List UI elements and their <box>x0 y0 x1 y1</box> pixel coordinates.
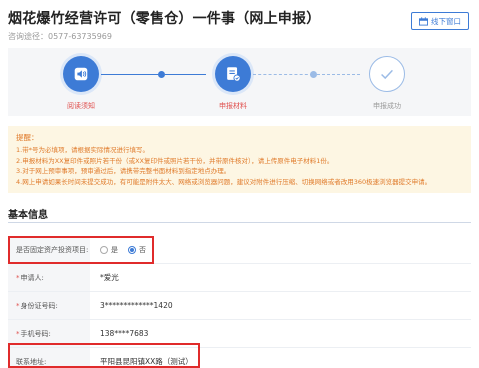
step-1-circle <box>63 56 99 92</box>
fixed-asset-label: 是否固定资产投资项目: <box>8 236 90 263</box>
address-value[interactable]: 平阳县昆阳镇XX路（测试） <box>90 348 471 368</box>
page-header: 烟花爆竹经营许可（零售仓）一件事（网上申报） 咨询途径：0577-6373596… <box>8 8 471 41</box>
required-mark: * <box>16 273 20 282</box>
phone-value[interactable]: 138****7683 <box>90 320 471 347</box>
section-divider <box>8 222 471 223</box>
fixed-asset-options: 是 否 <box>90 236 471 263</box>
radio-option-yes[interactable]: 是 <box>100 245 118 255</box>
window-icon <box>419 16 428 26</box>
radio-yes-circle <box>100 245 108 254</box>
offline-window-label: 线下窗口 <box>431 16 461 26</box>
required-mark: * <box>16 301 20 310</box>
notice-line-1: 1.带*号为必填项，请根据实际情况进行填写。 <box>16 146 149 154</box>
id-label-cell: * 身份证号码: <box>8 292 90 319</box>
step-declare-materials[interactable]: 申报材料 <box>193 56 273 111</box>
step-2-circle <box>215 56 251 92</box>
applicant-label-cell: * 申请人: <box>8 264 90 291</box>
notice-box: 提醒： 1.带*号为必填项，请根据实际情况进行填写。 2.申报材料为XX复印件或… <box>8 126 471 193</box>
speaker-icon <box>74 67 88 81</box>
document-edit-icon <box>227 67 241 82</box>
required-mark: * <box>16 329 20 338</box>
id-number-value[interactable]: 3*************1420 <box>90 292 471 319</box>
check-icon <box>381 69 393 80</box>
section-title-basic-info: 基本信息 <box>8 210 48 221</box>
form-row-fixed-asset: 是否固定资产投资项目: 是 否 <box>8 236 471 264</box>
phone-label: 手机号码: <box>20 329 51 338</box>
phone-label-cell: * 手机号码: <box>8 320 90 347</box>
notice-line-3: 3.对于网上预审事项，预审通过后，请携带完整书面材料到指定地点办理。 <box>16 167 231 175</box>
step-3-label: 申报成功 <box>373 102 401 110</box>
radio-option-no[interactable]: 否 <box>128 245 146 255</box>
step-dot-1 <box>158 71 165 78</box>
form-row-address: 联系地址: 平阳县昆阳镇XX路（测试） <box>8 348 471 368</box>
basic-info-form: 是否固定资产投资项目: 是 否 * 申请人: *爱光 * 身份证号码: 3*****… <box>8 236 471 368</box>
form-row-id-number: * 身份证号码: 3*************1420 <box>8 292 471 320</box>
step-connector-2 <box>253 74 313 75</box>
step-read-notice[interactable]: 阅读须知 <box>41 56 121 111</box>
form-row-applicant: * 申请人: *爱光 <box>8 264 471 292</box>
consult-phone: 0577-63735969 <box>48 32 112 41</box>
step-2-label: 申报材料 <box>219 102 247 110</box>
radio-yes-label: 是 <box>111 245 118 254</box>
page-title: 烟花爆竹经营许可（零售仓）一件事（网上申报） <box>8 11 321 27</box>
consult-info: 咨询途径：0577-63735969 <box>8 31 471 42</box>
step-3-circle <box>369 56 405 92</box>
radio-no-label: 否 <box>139 245 146 254</box>
applicant-value[interactable]: *爱光 <box>90 264 471 291</box>
address-label: 联系地址: <box>8 348 90 368</box>
progress-steps: 阅读须知 申报材料 申报成功 <box>8 48 471 116</box>
notice-line-4: 4.网上申请如果长时间未提交成功，有可能是附件太大、网络或浏览器问题，建议对附件… <box>16 177 432 186</box>
step-dot-2 <box>310 71 317 78</box>
radio-no-circle <box>128 245 136 254</box>
offline-window-button[interactable]: 线下窗口 <box>411 12 469 30</box>
consult-label: 咨询途径： <box>8 32 48 41</box>
notice-heading: 提醒： <box>16 133 39 142</box>
step-1-label: 阅读须知 <box>67 102 95 110</box>
applicant-label: 申请人: <box>20 273 44 282</box>
form-row-phone: * 手机号码: 138****7683 <box>8 320 471 348</box>
step-declare-success[interactable]: 申报成功 <box>347 56 427 111</box>
step-connector-1 <box>101 74 161 75</box>
id-number-label: 身份证号码: <box>20 301 58 310</box>
notice-line-2: 2.申报材料为XX复印件或照片若干份（或XX复印件或照片若干份，并带原件核对），… <box>16 156 334 165</box>
